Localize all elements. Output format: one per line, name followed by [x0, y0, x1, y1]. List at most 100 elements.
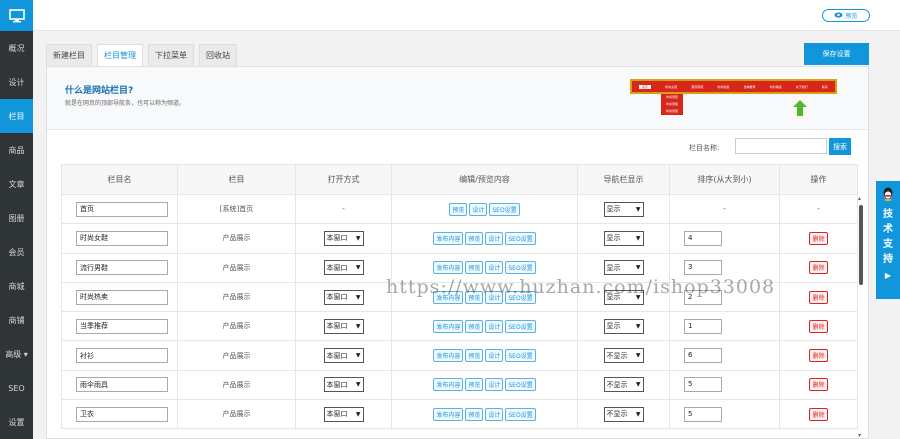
sort-input[interactable]: 5 — [684, 406, 722, 422]
delete-button[interactable]: 删除 — [809, 261, 828, 275]
delete-button[interactable]: 删除 — [809, 378, 828, 392]
delete-button[interactable]: 删除 — [809, 290, 828, 304]
sidebar-item-label: 图册 — [8, 213, 25, 223]
name-input[interactable]: 流行男鞋 — [76, 260, 168, 276]
content-action-button[interactable]: SEO设置 — [505, 378, 536, 392]
sort-cell: 5 — [669, 369, 780, 401]
nav-display-select[interactable]: 显示 ▼ — [603, 260, 644, 276]
sort-input[interactable]: 5 — [684, 377, 722, 393]
scroll-down-icon[interactable]: ▾ — [858, 432, 861, 439]
content-action-button[interactable]: SEO设置 — [505, 407, 536, 421]
sort-input[interactable]: 1 — [684, 318, 722, 334]
content-action-button[interactable]: SEO设置 — [505, 231, 536, 245]
sidebar-item[interactable]: 栏目 — [0, 99, 33, 133]
content-action-button[interactable]: SEO设置 — [489, 202, 520, 216]
delete-button[interactable]: 删除 — [809, 349, 828, 363]
tech-support-tab[interactable]: 技术支持 ▶ — [876, 181, 900, 299]
name-input[interactable]: 首页 — [76, 201, 168, 217]
sidebar-item[interactable]: 高级 ▾ — [0, 337, 33, 371]
content-action-button[interactable]: SEO设置 — [505, 349, 536, 363]
name-input[interactable]: 衬衫 — [76, 348, 168, 364]
content-action-button[interactable]: 预览 — [449, 202, 468, 216]
sidebar-item[interactable]: SEO — [0, 371, 33, 405]
content-action-button[interactable]: 设计 — [485, 319, 504, 333]
sidebar-item[interactable]: 会员 — [0, 235, 33, 269]
sidebar-item[interactable]: 商城 — [0, 269, 33, 303]
save-settings-button[interactable]: 保存设置 — [804, 43, 869, 65]
content-action-button[interactable]: 预览 — [465, 378, 484, 392]
content-action-button[interactable]: 预览 — [465, 319, 484, 333]
operation-cell: 删除 — [779, 252, 858, 283]
nav-display-select[interactable]: 不显示 ▼ — [603, 348, 644, 364]
sidebar-item-label: 文章 — [8, 179, 25, 189]
open-mode-select[interactable]: 本窗口 ▼ — [323, 318, 364, 334]
content-action-button[interactable]: 发布内容 — [433, 231, 464, 245]
scrollbar-thumb[interactable] — [859, 205, 863, 285]
open-mode-select[interactable]: 本窗口 ▼ — [323, 377, 364, 393]
content-action-button[interactable]: 预览 — [465, 349, 484, 363]
delete-button[interactable]: 删除 — [809, 231, 828, 245]
content-action-button[interactable]: SEO设置 — [505, 319, 536, 333]
vertical-scrollbar[interactable]: ▴ ▾ — [858, 195, 865, 439]
chevron-down-icon: ▼ — [635, 205, 641, 213]
name-input[interactable]: 卫衣 — [76, 406, 168, 422]
operation-cell: - — [779, 193, 858, 225]
scroll-up-icon[interactable]: ▴ — [858, 195, 861, 202]
content-action-button[interactable]: 设计 — [485, 261, 504, 275]
nav-cell: 不显示 ▼ — [577, 369, 670, 401]
content-action-button[interactable]: 发布内容 — [433, 378, 464, 392]
monitor-icon[interactable] — [0, 0, 33, 31]
open-mode-select[interactable]: 本窗口 ▼ — [323, 289, 364, 305]
nav-display-select[interactable]: 显示 ▼ — [603, 201, 644, 217]
actions-cell: 发布内容 预览 设计 SEO设置 — [391, 223, 578, 254]
content-action-button[interactable]: 设计 — [485, 407, 504, 421]
content-action-button[interactable]: 预览 — [465, 231, 484, 245]
tab-item[interactable]: 栏目管理 — [97, 44, 143, 66]
sidebar-item[interactable]: 图册 — [0, 201, 33, 235]
actions-cell: 预览 设计 SEO设置 — [391, 193, 578, 225]
nav-display-select[interactable]: 显示 ▼ — [603, 318, 644, 334]
open-mode-select[interactable]: 本窗口 ▼ — [323, 230, 364, 246]
sort-input[interactable]: 6 — [684, 348, 722, 364]
nav-display-select[interactable]: 不显示 ▼ — [603, 406, 644, 422]
content-action-button[interactable]: 发布内容 — [433, 349, 464, 363]
content-action-button[interactable]: 发布内容 — [433, 407, 464, 421]
open-mode-select[interactable]: 本窗口 ▼ — [323, 406, 364, 422]
content-action-button[interactable]: 预览 — [465, 261, 484, 275]
sidebar-item[interactable]: 商铺 — [0, 303, 33, 337]
nav-display-select[interactable]: 不显示 ▼ — [603, 377, 644, 393]
name-input[interactable]: 时尚女鞋 — [76, 230, 168, 246]
delete-button[interactable]: 删除 — [809, 319, 828, 333]
type-cell: 产品展示 — [177, 311, 296, 342]
open-mode-select[interactable]: 本窗口 ▼ — [323, 348, 364, 364]
name-input[interactable]: 当季推荐 — [76, 318, 168, 334]
sort-input[interactable]: 3 — [684, 260, 722, 276]
sidebar-item[interactable]: 设置 — [0, 405, 33, 439]
content-action-button[interactable]: 设计 — [469, 202, 488, 216]
content-action-button[interactable]: 设计 — [485, 378, 504, 392]
content-action-button[interactable]: 设计 — [485, 231, 504, 245]
name-input[interactable]: 时尚热卖 — [76, 289, 168, 305]
delete-button[interactable]: 删除 — [809, 407, 828, 421]
search-button[interactable]: 搜索 — [829, 138, 851, 155]
demo-nav-item: 时尚热卖 — [717, 84, 730, 89]
sidebar-item[interactable]: 设计 — [0, 65, 33, 99]
tab-item[interactable]: 新建栏目 — [46, 44, 92, 66]
content-action-button[interactable]: 发布内容 — [433, 261, 464, 275]
sort-input[interactable]: 4 — [684, 230, 722, 246]
open-mode-select[interactable]: 本窗口 ▼ — [323, 260, 364, 276]
sidebar-item[interactable]: 概况 — [0, 31, 33, 65]
sidebar-item[interactable]: 商品 — [0, 133, 33, 167]
name-input[interactable]: 雨伞雨具 — [76, 377, 168, 393]
content-action-button[interactable]: 设计 — [485, 349, 504, 363]
content-action-button[interactable]: 发布内容 — [433, 319, 464, 333]
tab-item[interactable]: 下拉菜单 — [148, 44, 194, 66]
search-input[interactable] — [735, 138, 827, 154]
preview-button[interactable]: 预览 — [822, 9, 870, 22]
tab-item[interactable]: 回收站 — [199, 44, 237, 66]
content-action-button[interactable]: SEO设置 — [505, 261, 536, 275]
content-action-button[interactable]: 预览 — [465, 407, 484, 421]
type-cell: 产品展示 — [177, 281, 296, 313]
sidebar-item[interactable]: 文章 — [0, 167, 33, 201]
nav-display-select[interactable]: 显示 ▼ — [603, 230, 644, 246]
